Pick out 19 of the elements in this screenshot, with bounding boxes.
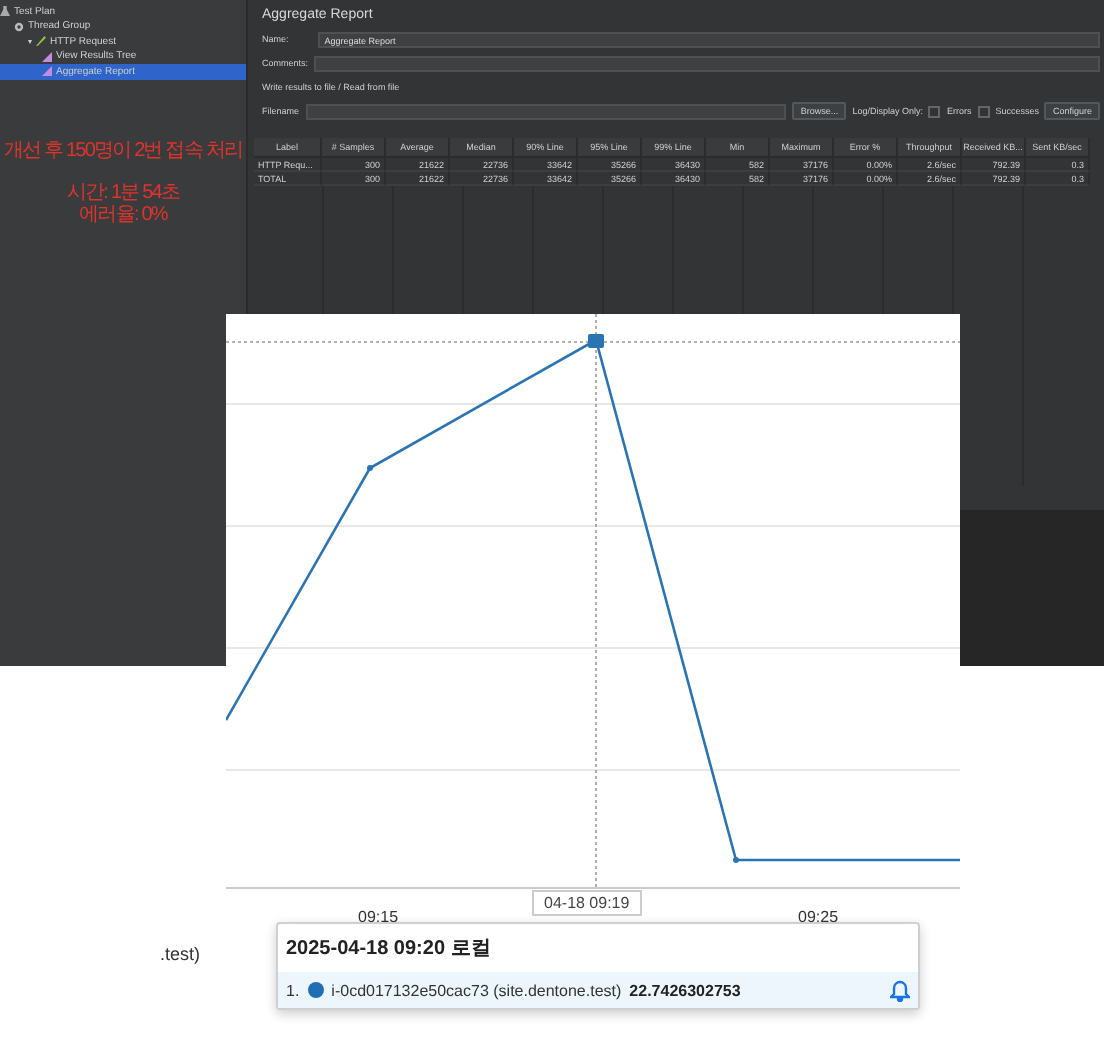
annotation-text: 에러율: 0% bbox=[79, 203, 167, 225]
tooltip-title: 2025-04-18 09:20 로컬 bbox=[284, 936, 493, 964]
filename-field[interactable] bbox=[305, 103, 787, 119]
successes-checkbox[interactable] bbox=[977, 105, 990, 117]
pen-icon bbox=[36, 36, 46, 47]
comments-field[interactable] bbox=[314, 55, 1100, 71]
errors-checkbox[interactable] bbox=[928, 105, 941, 117]
series-name: i-0cd017132e50cac73 (site.dentone.test) bbox=[331, 981, 622, 999]
bell-icon[interactable] bbox=[890, 979, 910, 1001]
row-index: 1. bbox=[286, 981, 300, 999]
series-value: 22.7426302753 bbox=[629, 981, 743, 999]
annotation-text: 시간: 1분 54초 bbox=[66, 181, 180, 203]
axis-tick-label: 09:25 bbox=[798, 908, 839, 926]
gear-icon bbox=[14, 21, 24, 32]
flask-icon bbox=[0, 6, 10, 17]
legend-text: .test) bbox=[160, 944, 201, 964]
axis-tick-label: 09:15 bbox=[358, 908, 399, 926]
annotation-text: 개선 후 150명이 2번 접속 처리 bbox=[3, 139, 243, 161]
crosshair-label: 04-18 09:19 bbox=[532, 890, 642, 916]
